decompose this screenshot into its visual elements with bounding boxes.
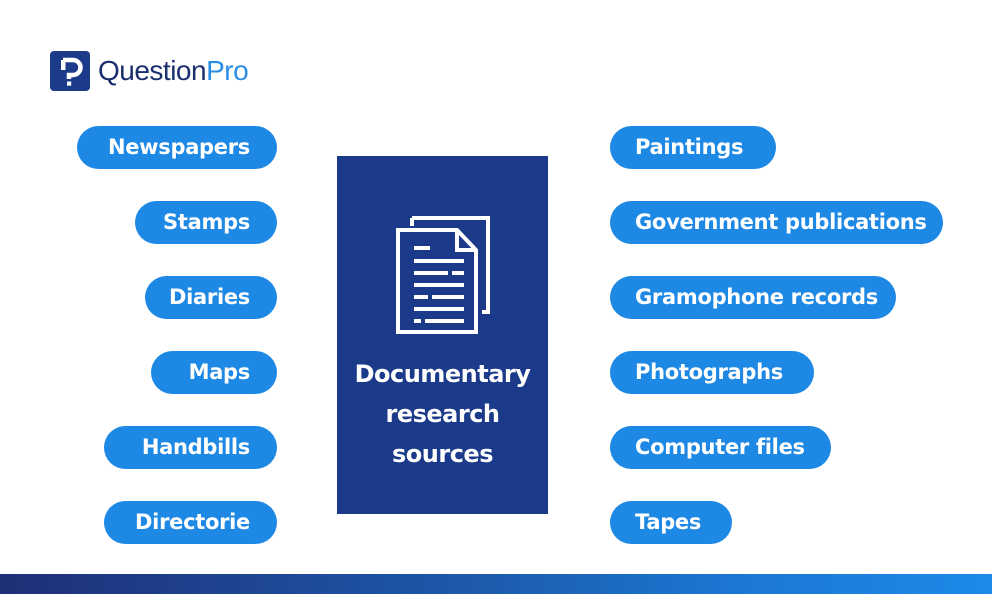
center-box-documentary-research-sources: Documentary research sources (337, 156, 548, 514)
document-icon (396, 216, 490, 334)
questionpro-logo: QuestionPro (50, 51, 249, 91)
source-pill-government-publications: Government publications (610, 201, 943, 244)
source-pill-newspapers: Newspapers (77, 126, 277, 169)
source-pill-photographs: Photographs (610, 351, 814, 394)
source-pill-computer-files: Computer files (610, 426, 831, 469)
questionpro-logo-icon (50, 51, 90, 91)
source-pill-stamps: Stamps (135, 201, 277, 244)
source-pill-paintings: Paintings (610, 126, 776, 169)
center-title-line-1: Documentary (354, 360, 531, 388)
source-pill-maps: Maps (151, 351, 277, 394)
source-pill-gramophone-records: Gramophone records (610, 276, 896, 319)
source-pill-directorie: Directorie (104, 501, 277, 544)
logo-text-pro: Pro (206, 55, 249, 86)
source-pill-tapes: Tapes (610, 501, 732, 544)
logo-text-question: Question (98, 55, 207, 86)
source-pill-diaries: Diaries (145, 276, 277, 319)
source-pill-handbills: Handbills (104, 426, 277, 469)
footer-gradient-bar (0, 574, 992, 594)
logo-wordmark: QuestionPro (98, 51, 249, 91)
center-title-line-3: sources (392, 440, 493, 468)
center-title-line-2: research (385, 400, 500, 428)
center-title: Documentary research sources (337, 354, 548, 474)
